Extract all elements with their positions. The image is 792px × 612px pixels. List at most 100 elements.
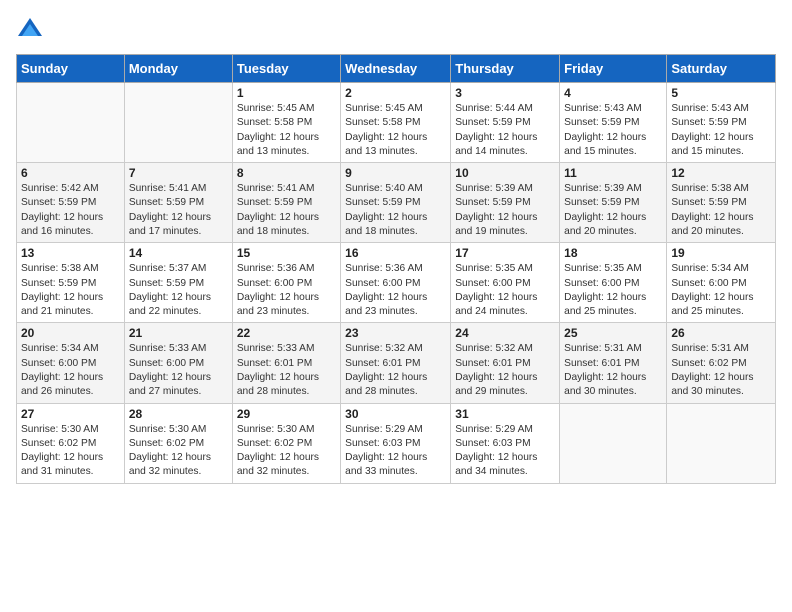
day-number: 5	[671, 86, 771, 100]
day-info: Sunrise: 5:45 AM Sunset: 5:58 PM Dayligh…	[237, 102, 336, 159]
day-info: Sunrise: 5:29 AM Sunset: 6:03 PM Dayligh…	[455, 423, 555, 480]
day-number: 6	[21, 166, 120, 180]
calendar-week-row: 27 Sunrise: 5:30 AM Sunset: 6:02 PM Dayli…	[17, 403, 776, 483]
day-info: Sunrise: 5:42 AM Sunset: 5:59 PM Dayligh…	[21, 182, 120, 239]
calendar-cell: 25 Sunrise: 5:31 AM Sunset: 6:01 PM Dayli…	[560, 323, 667, 403]
day-info: Sunrise: 5:41 AM Sunset: 5:59 PM Dayligh…	[129, 182, 228, 239]
calendar-week-row: 6 Sunrise: 5:42 AM Sunset: 5:59 PM Daylig…	[17, 163, 776, 243]
calendar-cell: 12 Sunrise: 5:38 AM Sunset: 5:59 PM Dayli…	[667, 163, 776, 243]
day-info: Sunrise: 5:39 AM Sunset: 5:59 PM Dayligh…	[564, 182, 662, 239]
header-saturday: Saturday	[667, 55, 776, 83]
calendar-cell: 1 Sunrise: 5:45 AM Sunset: 5:58 PM Daylig…	[232, 83, 340, 163]
calendar-cell: 7Sunrise: 5:41 AM Sunset: 5:59 PM Daylig…	[124, 163, 232, 243]
calendar-cell: 19 Sunrise: 5:34 AM Sunset: 6:00 PM Dayli…	[667, 243, 776, 323]
day-info: Sunrise: 5:30 AM Sunset: 6:02 PM Dayligh…	[237, 423, 336, 480]
day-number: 1	[237, 86, 336, 100]
day-info: Sunrise: 5:35 AM Sunset: 6:00 PM Dayligh…	[564, 262, 662, 319]
day-number: 9	[345, 166, 446, 180]
day-number: 27	[21, 407, 120, 421]
calendar-cell: 20 Sunrise: 5:34 AM Sunset: 6:00 PM Dayli…	[17, 323, 125, 403]
day-info: Sunrise: 5:36 AM Sunset: 6:00 PM Dayligh…	[237, 262, 336, 319]
logo	[16, 16, 48, 44]
calendar-cell: 29 Sunrise: 5:30 AM Sunset: 6:02 PM Dayli…	[232, 403, 340, 483]
calendar-cell: 9 Sunrise: 5:40 AM Sunset: 5:59 PM Daylig…	[341, 163, 451, 243]
calendar-week-row: 1 Sunrise: 5:45 AM Sunset: 5:58 PM Daylig…	[17, 83, 776, 163]
calendar-cell: 22 Sunrise: 5:33 AM Sunset: 6:01 PM Dayli…	[232, 323, 340, 403]
day-number: 11	[564, 166, 662, 180]
day-info: Sunrise: 5:43 AM Sunset: 5:59 PM Dayligh…	[671, 102, 771, 159]
page-header	[16, 16, 776, 44]
day-number: 14	[129, 246, 228, 260]
day-info: Sunrise: 5:31 AM Sunset: 6:01 PM Dayligh…	[564, 342, 662, 399]
calendar-cell: 4Sunrise: 5:43 AM Sunset: 5:59 PM Daylig…	[560, 83, 667, 163]
calendar-cell: 13 Sunrise: 5:38 AM Sunset: 5:59 PM Dayli…	[17, 243, 125, 323]
day-info: Sunrise: 5:32 AM Sunset: 6:01 PM Dayligh…	[455, 342, 555, 399]
day-number: 16	[345, 246, 446, 260]
header-thursday: Thursday	[451, 55, 560, 83]
day-number: 29	[237, 407, 336, 421]
calendar-cell: 18Sunrise: 5:35 AM Sunset: 6:00 PM Dayli…	[560, 243, 667, 323]
day-info: Sunrise: 5:36 AM Sunset: 6:00 PM Dayligh…	[345, 262, 446, 319]
calendar-cell: 30 Sunrise: 5:29 AM Sunset: 6:03 PM Dayli…	[341, 403, 451, 483]
day-number: 15	[237, 246, 336, 260]
day-number: 12	[671, 166, 771, 180]
calendar-cell	[560, 403, 667, 483]
day-info: Sunrise: 5:38 AM Sunset: 5:59 PM Dayligh…	[671, 182, 771, 239]
day-number: 8	[237, 166, 336, 180]
day-number: 31	[455, 407, 555, 421]
calendar-cell	[17, 83, 125, 163]
day-info: Sunrise: 5:44 AM Sunset: 5:59 PM Dayligh…	[455, 102, 555, 159]
day-info: Sunrise: 5:31 AM Sunset: 6:02 PM Dayligh…	[671, 342, 771, 399]
logo-icon	[16, 16, 44, 44]
day-info: Sunrise: 5:45 AM Sunset: 5:58 PM Dayligh…	[345, 102, 446, 159]
calendar-cell: 27 Sunrise: 5:30 AM Sunset: 6:02 PM Dayli…	[17, 403, 125, 483]
day-number: 23	[345, 326, 446, 340]
calendar-header-row: SundayMondayTuesdayWednesdayThursdayFrid…	[17, 55, 776, 83]
calendar-week-row: 13 Sunrise: 5:38 AM Sunset: 5:59 PM Dayli…	[17, 243, 776, 323]
day-info: Sunrise: 5:30 AM Sunset: 6:02 PM Dayligh…	[21, 423, 120, 480]
calendar-cell: 23Sunrise: 5:32 AM Sunset: 6:01 PM Dayli…	[341, 323, 451, 403]
calendar-cell: 17 Sunrise: 5:35 AM Sunset: 6:00 PM Dayli…	[451, 243, 560, 323]
calendar-cell: 10 Sunrise: 5:39 AM Sunset: 5:59 PM Dayli…	[451, 163, 560, 243]
header-wednesday: Wednesday	[341, 55, 451, 83]
day-number: 3	[455, 86, 555, 100]
day-number: 20	[21, 326, 120, 340]
day-info: Sunrise: 5:35 AM Sunset: 6:00 PM Dayligh…	[455, 262, 555, 319]
calendar-cell	[124, 83, 232, 163]
calendar-cell: 8 Sunrise: 5:41 AM Sunset: 5:59 PM Daylig…	[232, 163, 340, 243]
day-info: Sunrise: 5:38 AM Sunset: 5:59 PM Dayligh…	[21, 262, 120, 319]
day-info: Sunrise: 5:29 AM Sunset: 6:03 PM Dayligh…	[345, 423, 446, 480]
calendar-cell: 2 Sunrise: 5:45 AM Sunset: 5:58 PM Daylig…	[341, 83, 451, 163]
day-info: Sunrise: 5:40 AM Sunset: 5:59 PM Dayligh…	[345, 182, 446, 239]
day-number: 25	[564, 326, 662, 340]
day-info: Sunrise: 5:30 AM Sunset: 6:02 PM Dayligh…	[129, 423, 228, 480]
day-number: 22	[237, 326, 336, 340]
calendar-cell: 5 Sunrise: 5:43 AM Sunset: 5:59 PM Daylig…	[667, 83, 776, 163]
calendar-week-row: 20 Sunrise: 5:34 AM Sunset: 6:00 PM Dayli…	[17, 323, 776, 403]
day-info: Sunrise: 5:39 AM Sunset: 5:59 PM Dayligh…	[455, 182, 555, 239]
day-number: 19	[671, 246, 771, 260]
day-info: Sunrise: 5:34 AM Sunset: 6:00 PM Dayligh…	[21, 342, 120, 399]
day-number: 30	[345, 407, 446, 421]
day-info: Sunrise: 5:34 AM Sunset: 6:00 PM Dayligh…	[671, 262, 771, 319]
day-number: 21	[129, 326, 228, 340]
calendar-cell: 21Sunrise: 5:33 AM Sunset: 6:00 PM Dayli…	[124, 323, 232, 403]
day-info: Sunrise: 5:41 AM Sunset: 5:59 PM Dayligh…	[237, 182, 336, 239]
day-number: 13	[21, 246, 120, 260]
calendar-table: SundayMondayTuesdayWednesdayThursdayFrid…	[16, 54, 776, 484]
calendar-cell: 6 Sunrise: 5:42 AM Sunset: 5:59 PM Daylig…	[17, 163, 125, 243]
day-number: 26	[671, 326, 771, 340]
calendar-cell: 26 Sunrise: 5:31 AM Sunset: 6:02 PM Dayli…	[667, 323, 776, 403]
day-number: 17	[455, 246, 555, 260]
header-sunday: Sunday	[17, 55, 125, 83]
day-number: 2	[345, 86, 446, 100]
day-number: 28	[129, 407, 228, 421]
calendar-cell: 28 Sunrise: 5:30 AM Sunset: 6:02 PM Dayli…	[124, 403, 232, 483]
day-number: 4	[564, 86, 662, 100]
calendar-cell	[667, 403, 776, 483]
calendar-cell: 15 Sunrise: 5:36 AM Sunset: 6:00 PM Dayli…	[232, 243, 340, 323]
day-info: Sunrise: 5:33 AM Sunset: 6:01 PM Dayligh…	[237, 342, 336, 399]
calendar-cell: 3 Sunrise: 5:44 AM Sunset: 5:59 PM Daylig…	[451, 83, 560, 163]
day-number: 10	[455, 166, 555, 180]
calendar-cell: 31 Sunrise: 5:29 AM Sunset: 6:03 PM Dayli…	[451, 403, 560, 483]
